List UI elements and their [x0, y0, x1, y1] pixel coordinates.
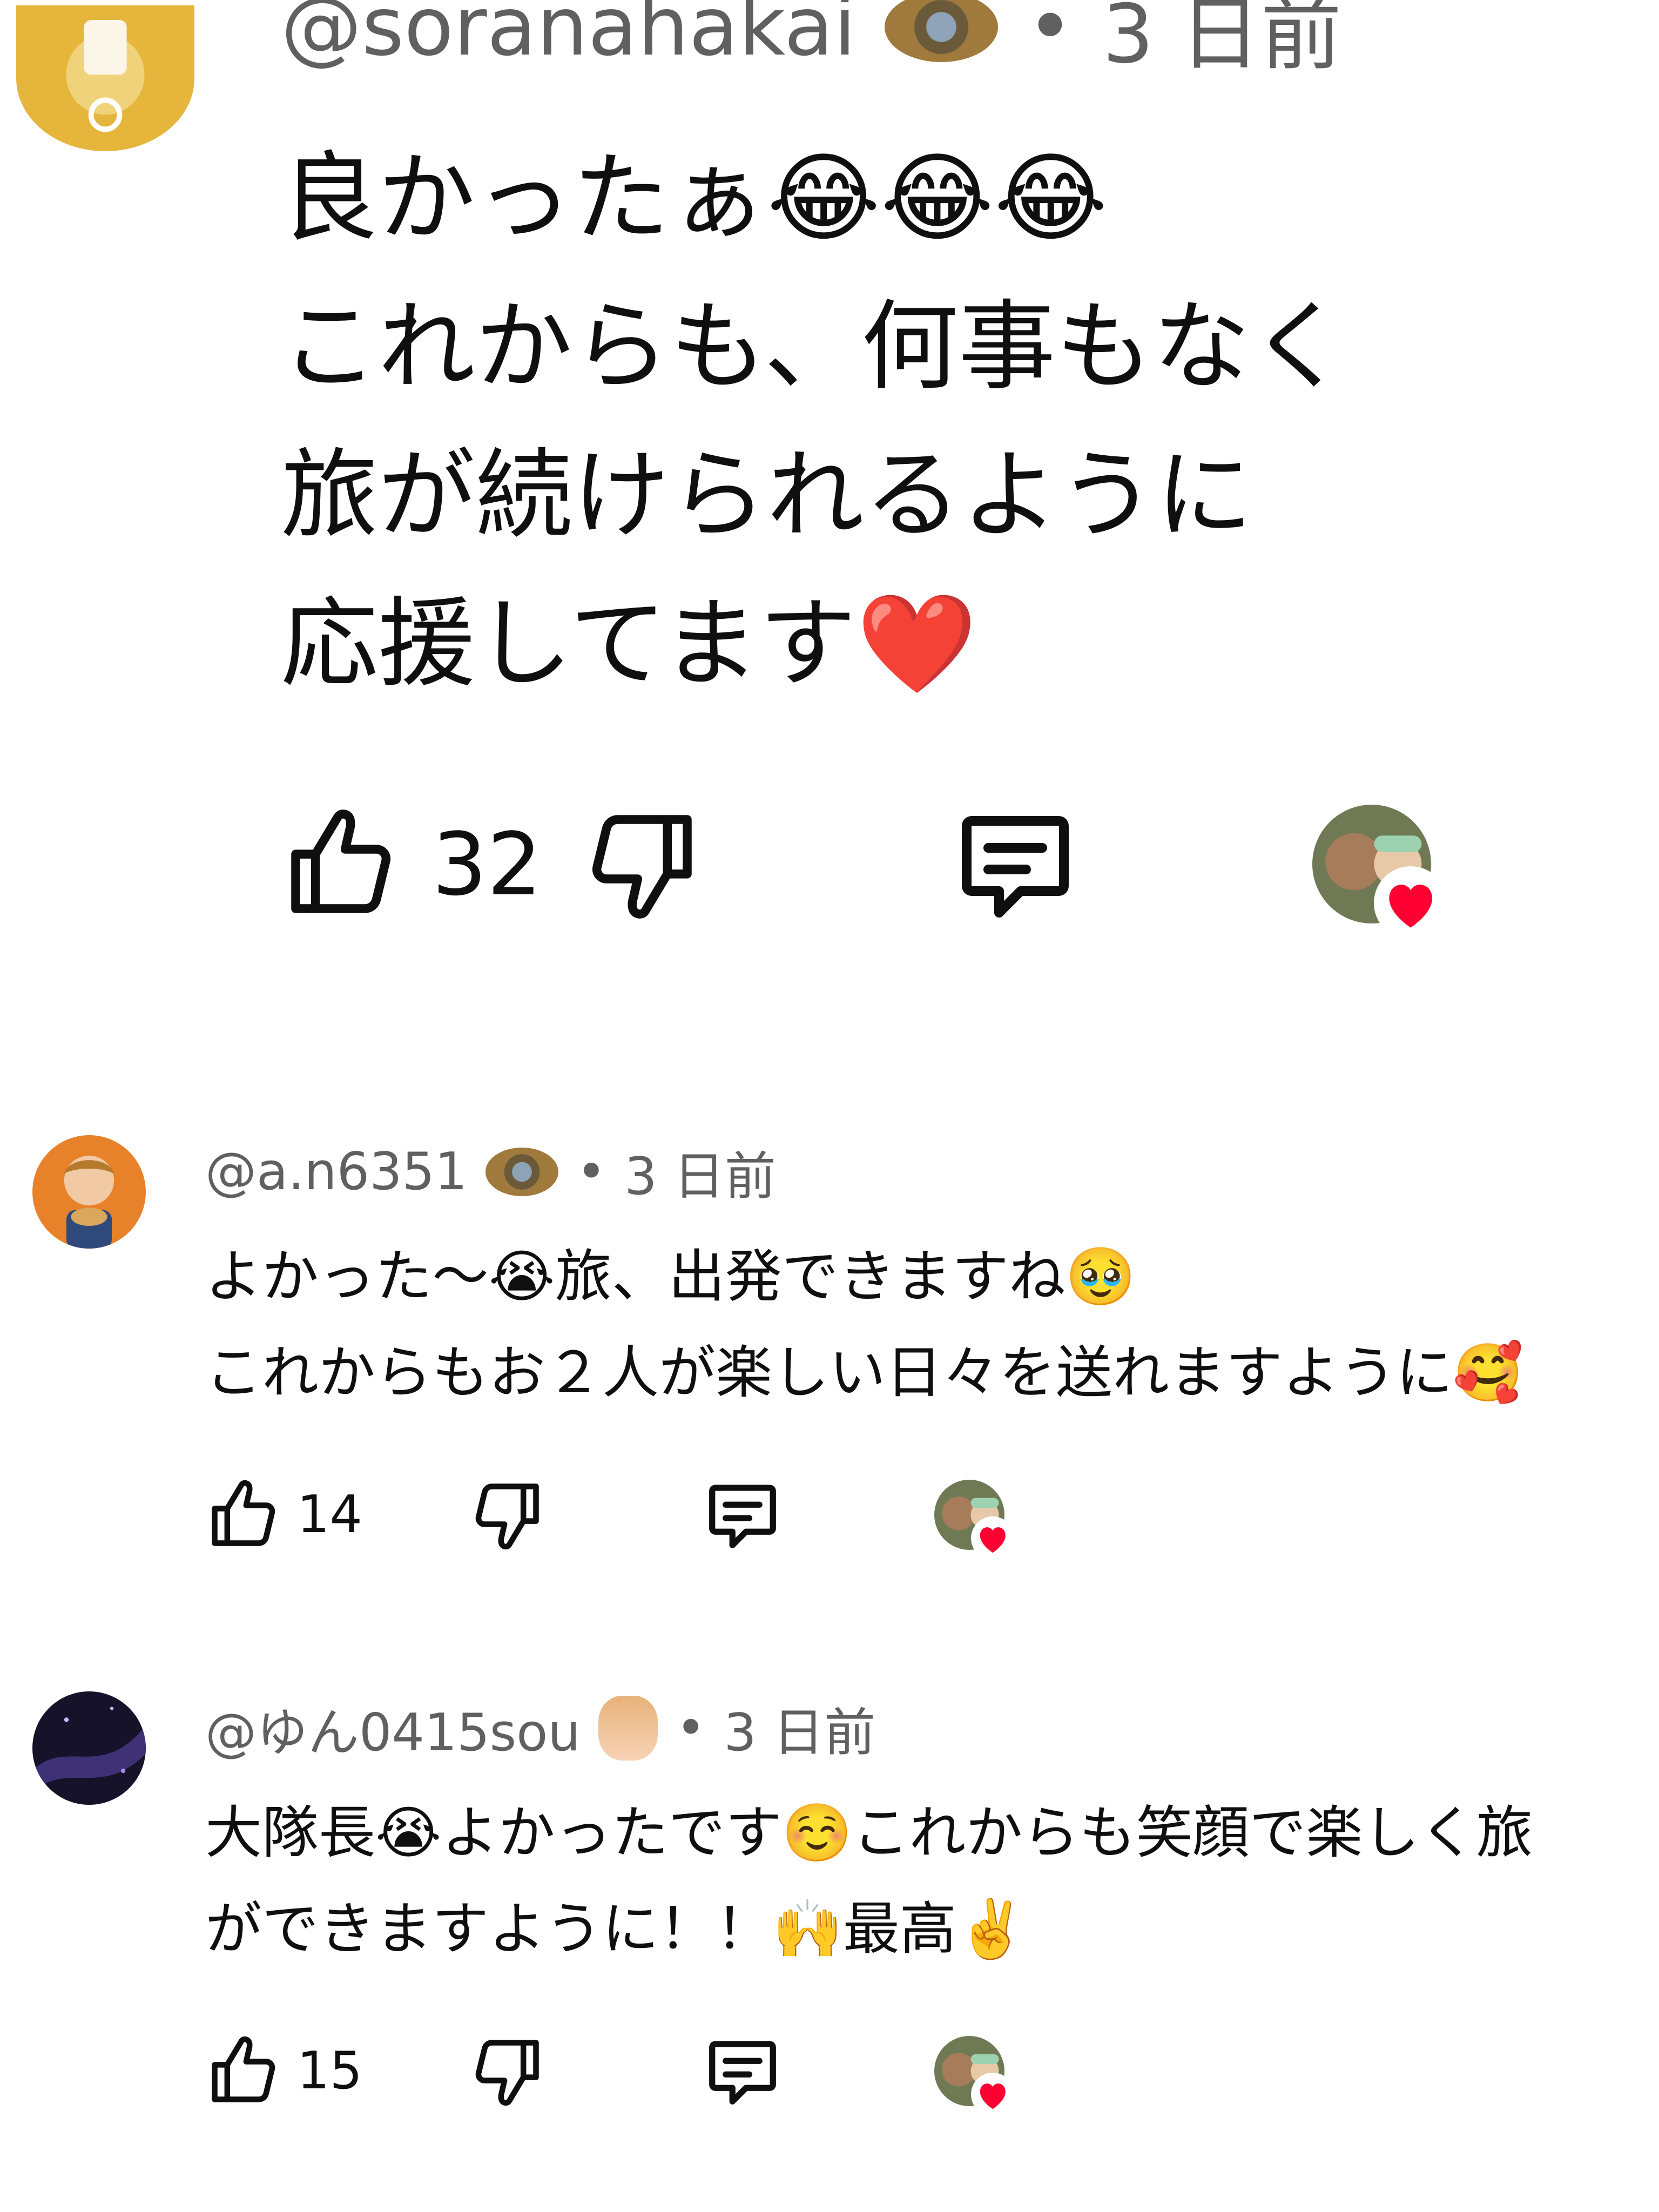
like-count: 32	[432, 813, 542, 915]
comment-header: @ゆん0415sou • 3 日前	[205, 1696, 875, 1763]
separator-dot: •	[1026, 0, 1074, 74]
comment-text: よかった〜😭旅、出発できますね🥹 これからもお２人が楽しい日々を送れますように🥰	[205, 1244, 1523, 1406]
comment-actions: 14	[205, 1474, 1015, 1560]
author-handle[interactable]: @soranahakai	[281, 0, 856, 74]
dislike-button[interactable]	[470, 2033, 702, 2109]
heart-icon	[970, 2072, 1015, 2116]
comment-header: @a.n6351 • 3 日前	[205, 1139, 776, 1206]
heart-icon	[970, 1516, 1015, 1560]
emoji-badge-icon	[598, 1696, 658, 1761]
author-handle[interactable]: @ゆん0415sou	[205, 1691, 581, 1765]
member-badge-icon	[884, 0, 998, 62]
thumbs-down-icon	[475, 2040, 539, 2106]
comment-time[interactable]: 3 日前	[724, 1691, 875, 1765]
like-count: 14	[297, 1485, 362, 1545]
reply-comment-icon	[709, 2041, 776, 2105]
comment-text: 良かったぁ😂😂😂 これからも、何事もなく 旅が続けられるように 応援してます❤️	[281, 142, 1347, 700]
separator-dot: •	[576, 1142, 606, 1202]
creator-heart-badge	[934, 2036, 1015, 2116]
reply-button[interactable]	[950, 799, 1312, 929]
thumbs-down-icon	[592, 815, 692, 919]
author-handle[interactable]: @a.n6351	[205, 1142, 467, 1202]
comment-actions: 15	[205, 2031, 1015, 2116]
comment-time[interactable]: 3 日前	[624, 1135, 776, 1209]
separator-dot: •	[676, 1698, 706, 1758]
comment-time[interactable]: 3 日前	[1102, 0, 1341, 86]
like-button[interactable]: 15	[205, 2033, 470, 2109]
thumbs-down-icon	[475, 1483, 539, 1550]
thumbs-up-icon	[291, 810, 391, 913]
like-count: 15	[297, 2041, 362, 2101]
member-badge-icon	[485, 1148, 558, 1196]
author-avatar[interactable]	[32, 1135, 146, 1249]
creator-heart-badge	[1312, 805, 1448, 940]
like-button[interactable]: 32	[281, 805, 583, 923]
like-button[interactable]: 14	[205, 1477, 470, 1553]
reply-button[interactable]	[702, 1474, 934, 1555]
reply-button[interactable]	[702, 2031, 934, 2112]
reply-comment-icon	[709, 1485, 776, 1548]
author-avatar[interactable]	[32, 1691, 146, 1805]
dislike-button[interactable]	[583, 805, 950, 923]
reply-comment-icon	[962, 816, 1069, 918]
comment-text: 大隊長😭よかったです☺️これからも笑顔で楽しく旅 ができますように！！🙌最高✌️	[205, 1800, 1533, 1962]
thumbs-up-icon	[212, 2036, 275, 2102]
dislike-button[interactable]	[470, 1477, 702, 1553]
author-avatar[interactable]	[16, 5, 194, 151]
heart-icon	[1374, 866, 1448, 940]
thumbs-up-icon	[212, 1480, 275, 1546]
comment-header: @soranahakai • 3 日前	[281, 0, 1341, 82]
creator-heart-badge	[934, 1480, 1015, 1560]
comment-actions: 32	[281, 805, 1448, 940]
